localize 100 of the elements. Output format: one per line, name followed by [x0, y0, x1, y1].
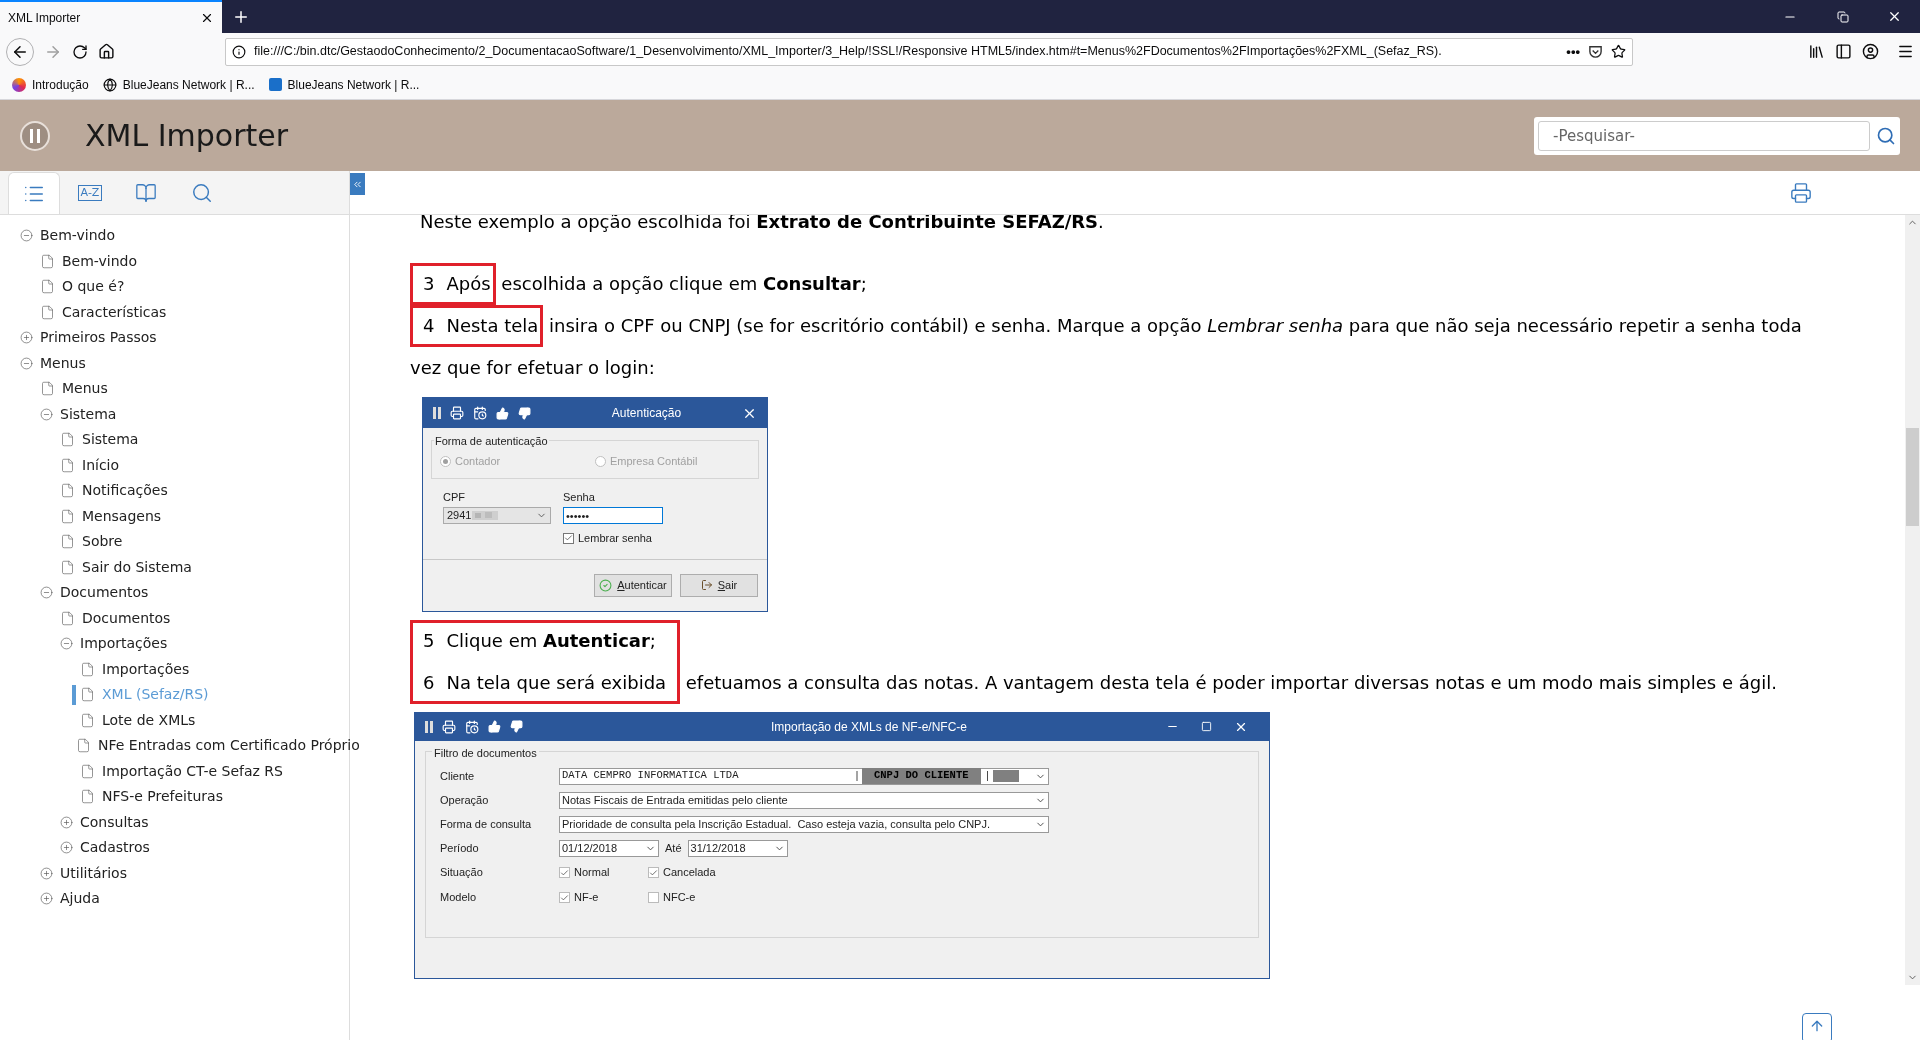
thumbs-down-icon[interactable]: [510, 720, 523, 733]
restore-icon[interactable]: [1837, 10, 1849, 23]
contents-tab[interactable]: [8, 172, 60, 214]
account-icon[interactable]: [1862, 43, 1879, 60]
checkbox-label: Lembrar senha: [578, 531, 652, 546]
info-icon[interactable]: [232, 44, 246, 59]
page-icon: [40, 381, 55, 397]
step-text: 5 Clique em Autenticar;: [410, 619, 1830, 662]
tree-item[interactable]: Início: [82, 454, 120, 476]
page-icon: [60, 610, 75, 626]
print-icon[interactable]: [1790, 181, 1812, 204]
tree-item[interactable]: Características: [62, 301, 167, 323]
field-label: Situação: [440, 865, 484, 881]
tree-item[interactable]: Sobre: [82, 531, 123, 553]
checkbox[interactable]: [559, 892, 570, 903]
tree-item[interactable]: Consultas: [80, 811, 149, 833]
library-icon[interactable]: [1808, 43, 1825, 60]
page-icon: [60, 508, 75, 524]
bookmark-link[interactable]: BlueJeans Network | R...: [122, 75, 255, 94]
checkbox[interactable]: [648, 892, 659, 903]
tree-item[interactable]: Notificações: [82, 480, 168, 502]
menu-icon[interactable]: [1897, 43, 1914, 60]
radio-label: Contador: [455, 454, 501, 469]
expand-icon[interactable]: [40, 892, 53, 906]
tree-item[interactable]: NFS-e Prefeituras: [102, 786, 223, 808]
expand-icon[interactable]: [60, 841, 73, 855]
step-text: 4 Nesta tela insira o CPF ou CNPJ (se for escritório contábil) e senha. Marque a opção Lembrar senha para que não seja necessário repetir a senha toda vez que for efetuar o login:: [410, 305, 1830, 389]
collapse-icon[interactable]: [40, 407, 53, 421]
tree-item[interactable]: Utilitários: [60, 862, 127, 884]
tree-item[interactable]: Documentos: [60, 582, 149, 604]
date-picker[interactable]: 01/12/2018: [559, 839, 659, 857]
tree-item[interactable]: Cadastros: [80, 837, 150, 859]
date-picker[interactable]: 31/12/2018: [687, 839, 788, 857]
page-actions-button[interactable]: •••: [1566, 41, 1580, 62]
sidebar-icon[interactable]: [1835, 43, 1852, 60]
address-bar[interactable]: file:///C:/bin.dtc/GestaodoConhecimento/2_DocumentacaoSoftware/1_Desenvolvimento/XML_Importer/3_Help/!SSL!/Responsive HTML5/index.htm#t=Menus%2FDocumentos%2FImportações%2FXML_(Sefaz_RS). •••: [225, 37, 1633, 66]
search-icon[interactable]: [1876, 125, 1896, 146]
tree-item[interactable]: Importação CT-e Sefaz RS: [102, 760, 283, 782]
cpf-dropdown[interactable]: 2941: [443, 507, 551, 524]
app-logo-icon: [20, 120, 50, 151]
field-label: Cliente: [440, 768, 476, 784]
confirm-button[interactable]: Autenticar: [594, 573, 672, 597]
scrollbar[interactable]: [1905, 215, 1920, 985]
index-tab[interactable]: A-Z: [64, 172, 116, 214]
home-icon[interactable]: [98, 43, 115, 60]
collapse-icon[interactable]: [20, 229, 33, 243]
collapse-icon[interactable]: [20, 356, 33, 370]
select-dropdown[interactable]: Notas Fiscais de Entrada emitidas pelo cliente: [559, 791, 1049, 809]
field-label: Forma de consulta: [440, 816, 533, 832]
check-circle-icon: [599, 578, 613, 592]
tree-item[interactable]: Importações: [80, 633, 168, 655]
field-label: CPF: [443, 489, 466, 505]
collapse-icon[interactable]: [40, 586, 53, 600]
tree-item[interactable]: Bem-vindo: [40, 225, 116, 247]
thumbs-up-icon[interactable]: [496, 406, 509, 420]
exit-button[interactable]: Sair: [680, 573, 758, 597]
tree-item[interactable]: Sistema: [60, 403, 117, 425]
checkbox[interactable]: [563, 532, 574, 544]
search-field[interactable]: -Pesquisar-: [1538, 120, 1870, 151]
bookmark-link[interactable]: Introdução: [32, 75, 89, 94]
browser-tab[interactable]: XML Importer: [0, 0, 222, 33]
expand-icon[interactable]: [40, 866, 53, 880]
tree-item[interactable]: Bem-vindo: [62, 250, 138, 272]
maximize-icon[interactable]: [1201, 721, 1212, 732]
tree-item[interactable]: NFe Entradas com Certificado Próprio: [98, 735, 360, 757]
client-dropdown[interactable]: DATA CEMPRO INFORMATICA LTDA | CNPJ DO CLIENTE |: [559, 767, 1049, 785]
scrollbar-thumb[interactable]: [1906, 428, 1919, 526]
reload-icon[interactable]: [72, 43, 88, 60]
scroll-top-button[interactable]: [1802, 1013, 1832, 1040]
tree-item[interactable]: Primeiros Passos: [40, 327, 157, 349]
star-icon[interactable]: [1611, 44, 1626, 59]
thumbs-up-icon[interactable]: [488, 720, 501, 733]
expand-icon[interactable]: [20, 331, 33, 345]
calendar-icon[interactable]: [473, 406, 487, 420]
password-field[interactable]: ••••••: [563, 507, 663, 524]
select-dropdown[interactable]: Prioridade de consulta pela Inscrição Estadual. Caso esteja vazia, consulta pelo CNPJ.: [559, 815, 1049, 833]
close-icon[interactable]: [1887, 9, 1902, 24]
collapse-icon[interactable]: [60, 637, 73, 651]
printer-icon[interactable]: [442, 719, 456, 734]
tree-item[interactable]: O que é?: [62, 276, 125, 298]
checkbox[interactable]: [559, 867, 570, 878]
tree-item[interactable]: Lote de XMLs: [102, 709, 196, 731]
dialog-title: Importação de XMLs de NF-e/NFC-e: [769, 718, 969, 736]
tree-item[interactable]: Menus: [62, 378, 108, 400]
tree-item[interactable]: Documentos: [82, 607, 171, 629]
checkbox[interactable]: [648, 867, 659, 878]
tree-item[interactable]: Mensagens: [82, 505, 162, 527]
field-label: Senha: [563, 489, 596, 505]
tree-item[interactable]: Sair do Sistema: [82, 556, 192, 578]
expand-icon[interactable]: [60, 815, 73, 829]
dialog-title: Autenticação: [610, 405, 683, 422]
tree-item[interactable]: Menus: [40, 352, 86, 374]
tree-item[interactable]: Importações: [102, 658, 190, 680]
tree-item[interactable]: Ajuda: [60, 888, 100, 910]
tree-item[interactable]: Sistema: [82, 429, 139, 451]
thumbs-down-icon[interactable]: [518, 406, 531, 420]
calendar-icon[interactable]: [465, 719, 479, 734]
bookmark-link[interactable]: BlueJeans Network | R...: [287, 75, 420, 94]
shield-icon[interactable]: [1588, 44, 1603, 59]
printer-icon[interactable]: [450, 406, 464, 420]
